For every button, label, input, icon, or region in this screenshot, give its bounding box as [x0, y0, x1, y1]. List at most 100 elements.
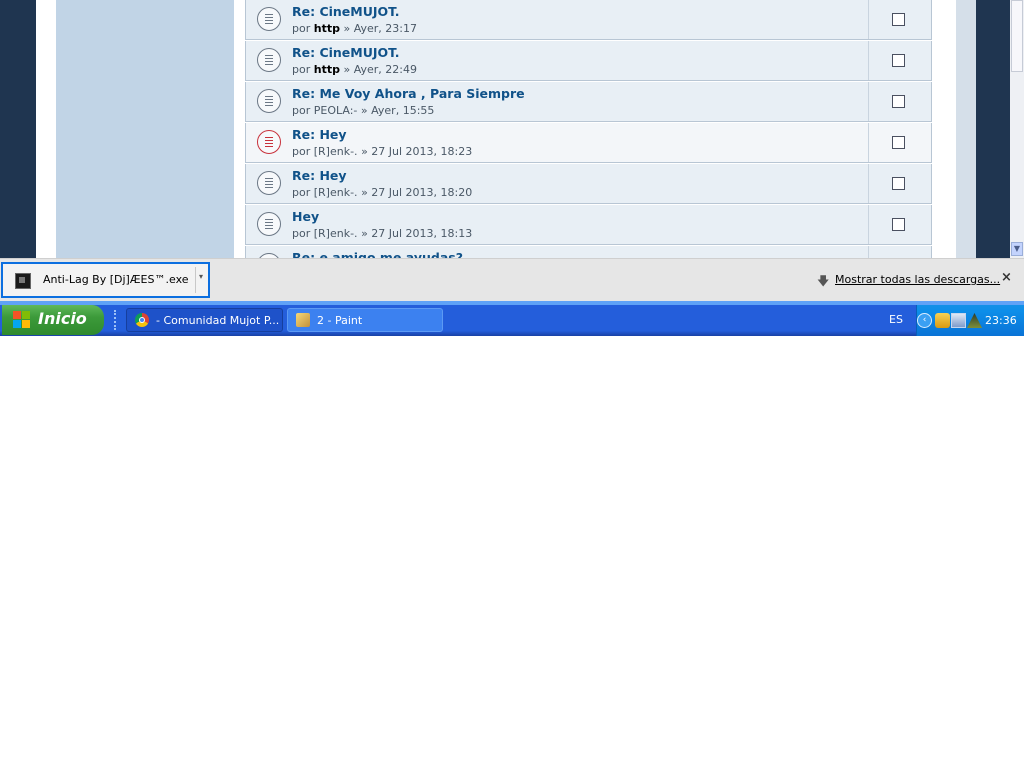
- post-title-link[interactable]: Re: e amigo me ayudas?: [292, 250, 463, 258]
- read-post-icon: [257, 171, 281, 195]
- column-divider: [868, 82, 869, 121]
- taskbar: Inicio - Comunidad Mujot P... 2 - Paint …: [0, 301, 1024, 336]
- column-divider: [868, 0, 869, 39]
- meta-separator: »: [360, 104, 368, 117]
- column-divider: [868, 246, 869, 258]
- post-select-checkbox[interactable]: [892, 177, 905, 190]
- meta-separator: »: [343, 22, 351, 35]
- meta-separator: »: [361, 186, 368, 199]
- post-row: Hey por [R]enk-. » 27 Jul 2013, 18:13: [245, 205, 932, 245]
- post-date: 27 Jul 2013, 18:13: [371, 227, 473, 240]
- start-button[interactable]: Inicio: [2, 305, 104, 335]
- post-author-link[interactable]: [R]enk-.: [314, 186, 358, 199]
- app-tray-icon[interactable]: [967, 313, 982, 328]
- taskbar-highlight: [0, 301, 1024, 305]
- post-date: 27 Jul 2013, 18:23: [371, 145, 473, 158]
- download-bar: Anti-Lag By [Dj]ÆES™.exe ▾ 🡇 Mostrar tod…: [0, 258, 1024, 301]
- unread-post-icon: [257, 130, 281, 154]
- by-label: por: [292, 63, 311, 76]
- clock[interactable]: 23:36: [985, 314, 1017, 327]
- task-label: - Comunidad Mujot P...: [156, 314, 280, 327]
- post-date: Ayer, 22:49: [353, 63, 417, 76]
- browser-viewport: Re: CineMUJOT. por http » Ayer, 23:17 Re: …: [0, 0, 1010, 258]
- post-row: Re: CineMUJOT. por http » Ayer, 23:17: [245, 0, 932, 40]
- vertical-scrollbar[interactable]: ▼: [1010, 0, 1024, 258]
- post-title-link[interactable]: Re: Me Voy Ahora , Para Siempre: [292, 86, 525, 101]
- scroll-thumb[interactable]: [1011, 0, 1023, 72]
- post-select-checkbox[interactable]: [892, 54, 905, 67]
- post-title-link[interactable]: Re: Hey: [292, 127, 347, 142]
- by-label: por: [292, 186, 311, 199]
- post-meta: por [R]enk-. » 27 Jul 2013, 18:20: [292, 186, 472, 199]
- page-margin: [36, 0, 56, 258]
- column-divider: [868, 164, 869, 203]
- start-label: Inicio: [38, 309, 87, 328]
- exe-file-icon: [15, 273, 31, 289]
- show-all-downloads-link[interactable]: Mostrar todas las descargas...: [835, 273, 1000, 286]
- dropdown-caret-icon[interactable]: ▾: [199, 272, 203, 281]
- taskbar-grip[interactable]: [114, 310, 120, 330]
- read-post-icon: [257, 212, 281, 236]
- post-author-link[interactable]: PEOLA:-: [314, 104, 358, 117]
- security-tray-icon[interactable]: [935, 313, 950, 328]
- download-item[interactable]: Anti-Lag By [Dj]ÆES™.exe ▾: [1, 262, 210, 298]
- post-row: Re: Me Voy Ahora , Para Siempre por PEOLA…: [245, 82, 932, 122]
- post-title-link[interactable]: Hey: [292, 209, 319, 224]
- column-divider: [868, 205, 869, 244]
- post-date: Ayer, 15:55: [371, 104, 435, 117]
- by-label: por: [292, 104, 311, 117]
- post-meta: por [R]enk-. » 27 Jul 2013, 18:23: [292, 145, 472, 158]
- post-meta: por [R]enk-. » 27 Jul 2013, 18:13: [292, 227, 472, 240]
- meta-separator: »: [361, 227, 368, 240]
- paint-icon: [296, 313, 310, 327]
- post-author-link[interactable]: http: [314, 22, 340, 35]
- post-title-link[interactable]: Re: CineMUJOT.: [292, 45, 400, 60]
- windows-flag-icon: [13, 311, 31, 329]
- task-label: 2 - Paint: [317, 314, 363, 327]
- post-author-link[interactable]: [R]enk-.: [314, 227, 358, 240]
- post-meta: por http » Ayer, 23:17: [292, 22, 417, 35]
- by-label: por: [292, 227, 311, 240]
- forum-sidebar: [56, 0, 234, 258]
- meta-separator: »: [343, 63, 351, 76]
- column-divider: [868, 123, 869, 162]
- meta-separator: »: [361, 145, 368, 158]
- screenshot: Re: CineMUJOT. por http » Ayer, 23:17 Re: …: [0, 0, 1024, 336]
- post-date: Ayer, 23:17: [353, 22, 417, 35]
- language-indicator[interactable]: ES: [889, 313, 903, 326]
- system-tray: ‹ 23:36: [916, 305, 1024, 336]
- post-select-checkbox[interactable]: [892, 13, 905, 26]
- read-post-icon: [257, 48, 281, 72]
- scroll-down-button[interactable]: ▼: [1011, 242, 1023, 256]
- post-title-link[interactable]: Re: CineMUJOT.: [292, 4, 400, 19]
- task-button-chrome[interactable]: - Comunidad Mujot P...: [126, 308, 283, 332]
- tray-expand-button[interactable]: ‹: [917, 313, 932, 328]
- post-select-checkbox[interactable]: [892, 95, 905, 108]
- close-download-bar-button[interactable]: ×: [1001, 270, 1012, 285]
- column-divider: [868, 41, 869, 80]
- network-tray-icon[interactable]: [951, 313, 966, 328]
- read-post-icon: [257, 89, 281, 113]
- post-select-checkbox[interactable]: [892, 218, 905, 231]
- post-meta: por http » Ayer, 22:49: [292, 63, 417, 76]
- page-right-border: [976, 0, 1010, 258]
- post-row: Re: e amigo me ayudas?: [245, 246, 932, 258]
- post-title-link[interactable]: Re: Hey: [292, 168, 347, 183]
- read-post-icon: [257, 7, 281, 31]
- task-button-paint[interactable]: 2 - Paint: [287, 308, 443, 332]
- post-meta: por PEOLA:- » Ayer, 15:55: [292, 104, 434, 117]
- download-file-name[interactable]: Anti-Lag By [Dj]ÆES™.exe: [43, 273, 189, 286]
- post-author-link[interactable]: [R]enk-.: [314, 145, 358, 158]
- post-row: Re: Hey por [R]enk-. » 27 Jul 2013, 18:23: [245, 123, 932, 163]
- download-arrow-icon: 🡇: [817, 274, 830, 288]
- post-author-link[interactable]: http: [314, 63, 340, 76]
- post-row: Re: Hey por [R]enk-. » 27 Jul 2013, 18:20: [245, 164, 932, 204]
- chrome-icon: [135, 313, 149, 327]
- page-right-pane: [956, 0, 976, 258]
- by-label: por: [292, 145, 311, 158]
- post-row: Re: CineMUJOT. por http » Ayer, 22:49: [245, 41, 932, 81]
- post-select-checkbox[interactable]: [892, 136, 905, 149]
- by-label: por: [292, 22, 311, 35]
- post-date: 27 Jul 2013, 18:20: [371, 186, 473, 199]
- download-item-divider: [195, 267, 196, 293]
